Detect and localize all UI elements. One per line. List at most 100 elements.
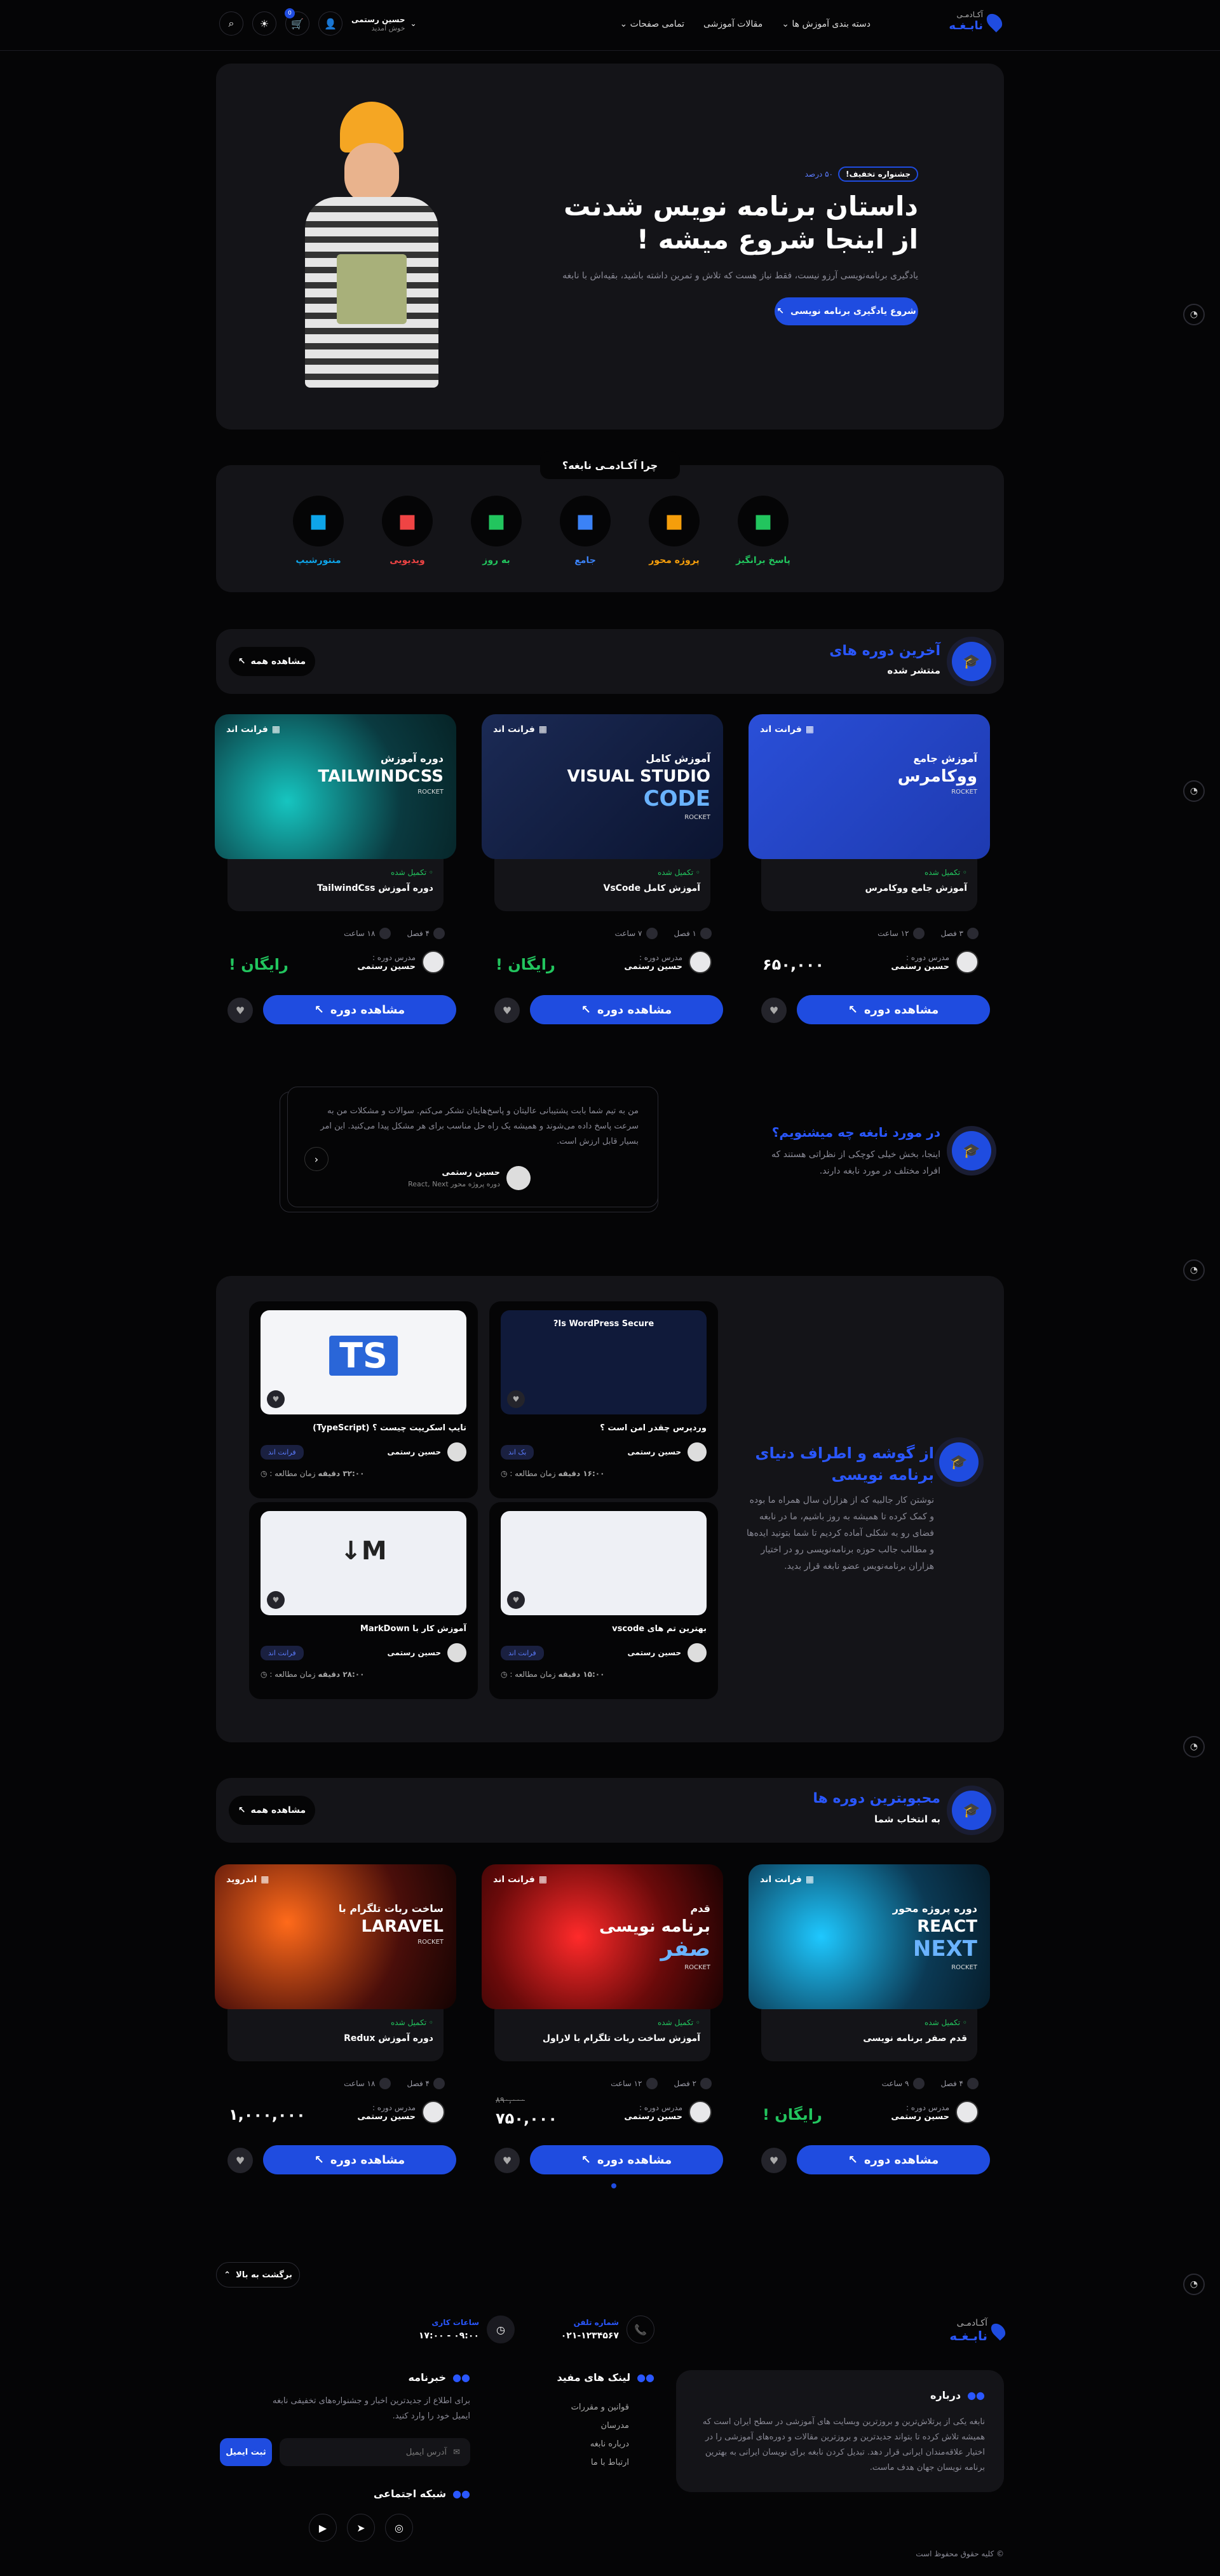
article-title[interactable]: آموزش کار با MarkDown xyxy=(360,1624,466,1634)
course-title[interactable]: دوره آموزش Redux xyxy=(238,2033,433,2044)
footer-link[interactable]: ارتباط با ما xyxy=(540,2458,629,2467)
submit-email-button[interactable]: ثبت ایمیل xyxy=(220,2438,272,2466)
article-image[interactable]: M↓ ♥ xyxy=(261,1511,466,1615)
article-image-text: M↓ xyxy=(340,1536,387,1566)
side-float-icon[interactable]: ◔ xyxy=(1183,304,1205,325)
article-title[interactable]: تایپ اسکریپت چیست ؟ (TypeScript) xyxy=(313,1423,466,1433)
popular-view-all[interactable]: مشاهده همه ↖ xyxy=(229,1796,315,1825)
footer-hours: ◷ ساعات کاری ۰۹:۰۰ - ۱۷:۰۰ xyxy=(419,2315,515,2343)
article-image[interactable]: TS ♥ xyxy=(261,1310,466,1414)
course-thumbnail[interactable]: ▦ فرانت اند آموزش کامل VISUAL STUDIO CODE ROC… xyxy=(482,714,723,859)
nav-articles[interactable]: مقالات آموزشی xyxy=(703,19,762,29)
course-thumbnail[interactable]: ▦ فرانت اند دوره آموزش TAILWINDCSS ROCKET xyxy=(215,714,456,859)
favorite-heart-icon[interactable]: ♥ xyxy=(494,2148,520,2173)
chapters: ۳ فصل xyxy=(940,929,964,938)
favorite-heart-icon[interactable]: ♥ xyxy=(494,998,520,1023)
view-course-button[interactable]: مشاهده دوره ↖ xyxy=(263,2145,456,2174)
course-card[interactable]: ▦ فرانت اند آموزش جامع ووکامرس ROCKET ◦ تکمیل… xyxy=(749,714,990,1045)
user-menu[interactable]: ⌄ حسین رستمی خوش آمدید xyxy=(351,15,417,32)
avatar xyxy=(422,2101,445,2124)
course-thumbnail[interactable]: ▦ فرانت اند دوره پروژه محور REACT NEXT ROCKET xyxy=(749,1864,990,2009)
hero-title-2: از اینجا شروع میشه ! xyxy=(636,224,918,255)
status-label: ◦ تکمیل شده xyxy=(391,2018,433,2027)
course-title[interactable]: آموزش ساخت ربات تلگرام با لاراول xyxy=(505,2033,700,2044)
article-card[interactable]: M↓ ♥ آموزش کار با MarkDown حسین رستمی فرانت … xyxy=(249,1502,478,1699)
article-card[interactable]: TS ♥ تایپ اسکریپت چیست ؟ (TypeScript) حسین … xyxy=(249,1301,478,1498)
article-image[interactable]: Is WordPress Secure? ♥ xyxy=(501,1310,707,1414)
nav-categories[interactable]: دسته بندی آموزش ها ⌄ xyxy=(782,19,871,29)
social-title: شبکه اجتماعی xyxy=(373,2488,447,2500)
view-course-button[interactable]: مشاهده دوره ↖ xyxy=(530,2145,723,2174)
course-thumbnail[interactable]: ▦ اندروید ساخت ربات تلگرام با LARAVEL ROCKET xyxy=(215,1864,456,2009)
side-float-icon[interactable]: ◔ xyxy=(1183,1259,1205,1281)
email-field[interactable]: ✉ آدرس ایمیل xyxy=(280,2438,470,2466)
graduation-cap-icon: 🎓 xyxy=(939,1442,979,1482)
article-card[interactable]: Is WordPress Secure? ♥ وردپرس چقدر امن است… xyxy=(489,1301,718,1498)
search-icon[interactable]: ⌕ xyxy=(219,11,243,36)
arrow-icon: ↖ xyxy=(314,1003,324,1017)
favorite-heart-icon[interactable]: ♥ xyxy=(227,998,253,1023)
side-float-icon[interactable]: ◔ xyxy=(1183,1736,1205,1758)
back-to-top-button[interactable]: برگشت به بالا ⌃ xyxy=(216,2262,300,2288)
view-course-button[interactable]: مشاهده دوره ↖ xyxy=(263,995,456,1024)
view-course-button[interactable]: مشاهده دوره ↖ xyxy=(797,2145,990,2174)
testimonials-section: 🎓 در مورد نابغه چه میشنویم؟ اینجا، بخش خ… xyxy=(216,1080,1004,1220)
course-title[interactable]: دوره آموزش TailwindCss xyxy=(238,883,433,893)
category-badge: ▦ فرانت اند xyxy=(493,1874,548,1885)
side-float-icon[interactable]: ◔ xyxy=(1183,2274,1205,2295)
view-course-button[interactable]: مشاهده دوره ↖ xyxy=(797,995,990,1024)
cart-button[interactable]: 🛒 0 xyxy=(285,8,309,36)
favorite-heart-icon[interactable]: ♥ xyxy=(267,1591,285,1609)
course-thumbnail[interactable]: ▦ فرانت اند آموزش جامع ووکامرس ROCKET xyxy=(749,714,990,859)
article-card[interactable]: ♥ بهترین تم های vscode حسین رستمی فرانت اند… xyxy=(489,1502,718,1699)
course-title[interactable]: آموزش کامل VsCode xyxy=(505,883,700,893)
prev-arrow-icon[interactable]: ‹ xyxy=(304,1147,329,1171)
chevron-up-icon: ⌃ xyxy=(224,2270,231,2280)
footer-link[interactable]: مدرسان xyxy=(540,2421,629,2430)
favorite-heart-icon[interactable]: ♥ xyxy=(761,2148,787,2173)
testimonial-card: من به تیم شما بابت پشتیبانی عالیتان و پا… xyxy=(287,1087,658,1207)
course-thumbnail[interactable]: ▦ فرانت اند قدم برنامه نویسی صفر ROCKET xyxy=(482,1864,723,2009)
phone-number: ۰۲۱-۱۲۳۴۵۶۷ xyxy=(560,2331,619,2341)
theme-toggle-icon[interactable]: ☀ xyxy=(252,11,276,36)
view-course-button[interactable]: مشاهده دوره ↖ xyxy=(530,995,723,1024)
hours: ۱۲ ساعت xyxy=(611,2079,642,2088)
instagram-icon[interactable]: ◎ xyxy=(385,2514,413,2542)
favorite-heart-icon[interactable]: ♥ xyxy=(507,1591,525,1609)
favorite-heart-icon[interactable]: ♥ xyxy=(761,998,787,1023)
hero-cta-button[interactable]: شروع یادگیری برنامه نویسی ↖ xyxy=(775,297,918,325)
nav-pages[interactable]: تمامی صفحات ⌄ xyxy=(620,19,684,29)
telegram-icon[interactable]: ➤ xyxy=(347,2514,375,2542)
avatar xyxy=(688,1442,707,1461)
teacher-name: حسین رستمی xyxy=(624,961,682,972)
latest-view-all[interactable]: مشاهده همه ↖ xyxy=(229,647,315,676)
footer-link[interactable]: قوانین و مقررات xyxy=(540,2403,629,2412)
favorite-heart-icon[interactable]: ♥ xyxy=(227,2148,253,2173)
course-meta: ۴ فصل ۱۸ ساعت xyxy=(344,928,445,939)
favorite-heart-icon[interactable]: ♥ xyxy=(507,1390,525,1408)
thumb-brand: ROCKET xyxy=(951,1964,977,1971)
course-price: رایگان ! xyxy=(229,956,288,973)
carousel-dot[interactable] xyxy=(611,2183,616,2188)
course-card[interactable]: ▦ فرانت اند دوره پروژه محور REACT NEXT ROCKET… xyxy=(749,1864,990,2195)
course-card[interactable]: ▦ اندروید ساخت ربات تلگرام با LARAVEL ROCKET… xyxy=(215,1864,456,2195)
course-title[interactable]: آموزش جامع ووکامرس xyxy=(771,883,967,893)
youtube-icon[interactable]: ▶ xyxy=(309,2514,337,2542)
favorite-heart-icon[interactable]: ♥ xyxy=(267,1390,285,1408)
course-card[interactable]: ▦ فرانت اند آموزش کامل VISUAL STUDIO CODE ROC… xyxy=(482,714,723,1045)
status-label: ◦ تکمیل شده xyxy=(391,868,433,877)
side-float-icon[interactable]: ◔ xyxy=(1183,780,1205,802)
course-title[interactable]: قدم صفر برنامه نویسی xyxy=(771,2033,967,2044)
thumb-brand: ROCKET xyxy=(417,789,444,796)
course-info: ◦ تکمیل شده دوره آموزش Redux xyxy=(227,2009,444,2061)
brand-logo[interactable]: آکـادمـی نابـغـه xyxy=(949,10,1005,32)
course-card[interactable]: ▦ فرانت اند دوره آموزش TAILWINDCSS ROCKET ◦ ت… xyxy=(215,714,456,1045)
article-title[interactable]: وردپرس چقدر امن است ؟ xyxy=(600,1423,707,1433)
article-image[interactable]: ♥ xyxy=(501,1511,707,1615)
article-title[interactable]: بهترین تم های vscode xyxy=(612,1624,707,1634)
category-badge: ▦ فرانت اند xyxy=(493,724,548,735)
course-meta: ۴ فصل ۱۸ ساعت xyxy=(344,2078,445,2089)
user-icon[interactable]: 👤 xyxy=(318,11,342,36)
course-card[interactable]: ▦ فرانت اند قدم برنامه نویسی صفر ROCKET ◦ تکمی… xyxy=(482,1864,723,2195)
footer-link[interactable]: درباره نابغه xyxy=(540,2439,629,2449)
